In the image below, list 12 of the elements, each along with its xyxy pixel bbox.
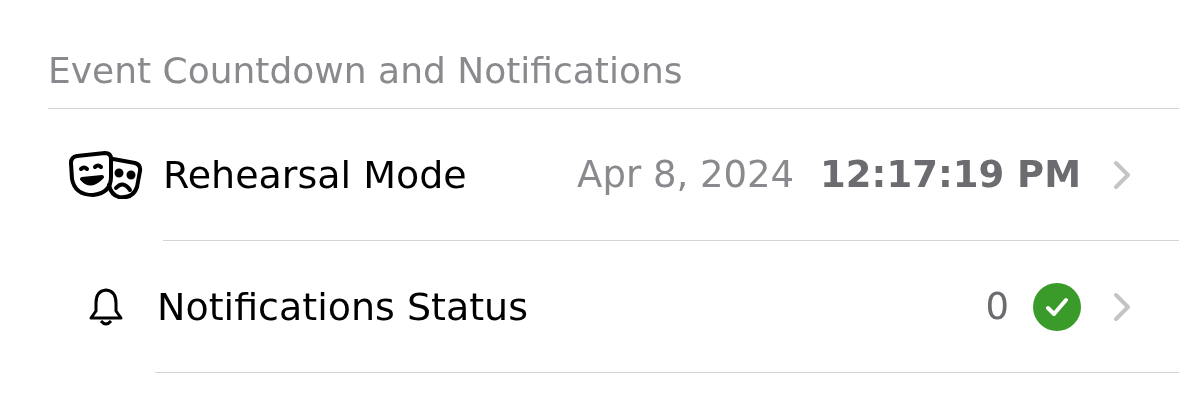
row-label: Notifications Status — [157, 284, 528, 329]
chevron-icon — [1113, 159, 1131, 190]
count-text: 0 — [985, 285, 1009, 328]
list-row[interactable]: Notifications Status 0 — [0, 241, 1179, 372]
bell-icon — [88, 286, 124, 327]
date-text: Apr 8, 2024 — [577, 153, 795, 196]
row-label: Rehearsal Mode — [163, 152, 467, 197]
section-title: Event Countdown and Notifications — [48, 49, 684, 93]
list-row[interactable]: Rehearsal Mode Apr 8, 2024 12:17:19 PM — [0, 109, 1179, 240]
chevron-icon — [1113, 291, 1131, 322]
time-text: 12:17:19 PM — [820, 153, 1081, 196]
theater-masks-icon — [67, 150, 145, 199]
